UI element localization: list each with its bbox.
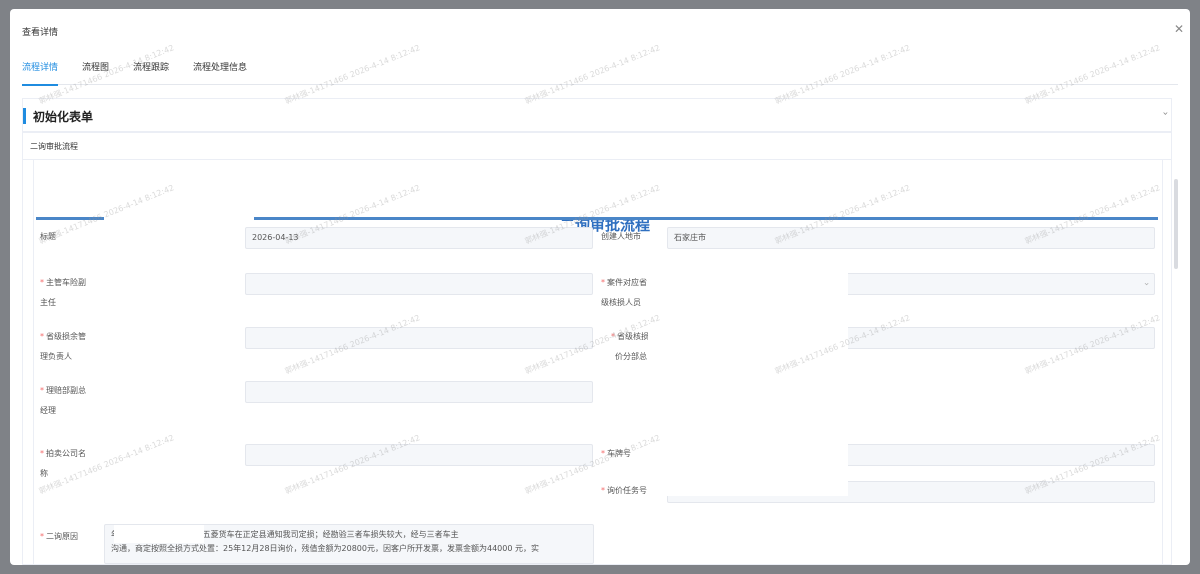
auction-company-label-line-2: 称 — [40, 469, 48, 478]
province-price-label: * 省级核损 — [611, 332, 649, 341]
inquiry-task-label-text: 询价任务号 — [607, 486, 647, 495]
close-icon[interactable]: ✕ — [1174, 22, 1184, 36]
form-panel: 二询审批流程 二询审批流程 标题 2026-04-13 创建人地市 石家庄市 *… — [22, 132, 1172, 565]
modal-title: 查看详情 — [22, 28, 59, 38]
tab-bar: 流程详情 流程图 流程跟踪 流程处理信息 — [22, 59, 1178, 86]
form-body: 二询审批流程 标题 2026-04-13 创建人地市 石家庄市 * 主管车险副 主… — [33, 159, 1163, 564]
auction-company-input[interactable] — [245, 444, 593, 466]
redaction-block — [658, 269, 848, 327]
province-price-label-line-2: 价分部总 — [615, 352, 647, 361]
reason-label-text: 二询原因 — [46, 532, 78, 541]
panel-label: 二询审批流程 — [30, 142, 78, 151]
section-header[interactable]: 初始化表单 › — [22, 98, 1172, 132]
vp-label-line-2: 主任 — [40, 298, 56, 307]
province-manager-label-line-2: 理负责人 — [40, 352, 72, 361]
creator-city-label: 创建人地市 — [601, 232, 641, 241]
vp-label: * 主管车险副 — [40, 278, 86, 287]
reason-label: * 二询原因 — [40, 532, 78, 541]
reason-text-line-2: 沟通，商定按照全损方式处置：25年12月28日询价，残值金额为20800元，因客… — [111, 544, 539, 553]
chevron-down-icon: › — [1141, 282, 1152, 286]
detail-modal: 查看详情 ✕ 流程详情 流程图 流程跟踪 流程处理信息 初始化表单 › 二询审批… — [10, 9, 1190, 565]
auction-company-label: * 拍卖公司名 — [40, 449, 86, 458]
inquiry-task-label: * 询价任务号 — [601, 486, 647, 495]
province-price-label-text-1: 省级核损 — [617, 332, 649, 341]
plate-label-text: 车牌号 — [607, 449, 631, 458]
title-input[interactable]: 2026-04-13 — [245, 227, 593, 249]
scrollbar[interactable] — [1174, 179, 1178, 269]
redaction-block — [104, 216, 254, 221]
case-reviewer-label-text-1: 案件对应省 — [607, 278, 647, 287]
creator-city-input[interactable]: 石家庄市 — [667, 227, 1155, 249]
claims-gm-label-text-1: 理赔部副总 — [46, 386, 86, 395]
chevron-down-icon[interactable]: › — [1160, 112, 1171, 116]
case-reviewer-label: * 案件对应省 — [601, 278, 647, 287]
case-reviewer-label-line-2: 级核损人员 — [601, 298, 641, 307]
vp-label-text-1: 主管车险副 — [46, 278, 86, 287]
section-title: 初始化表单 — [33, 110, 94, 124]
plate-label: * 车牌号 — [601, 449, 631, 458]
claims-gm-label-line-2: 经理 — [40, 406, 56, 415]
redaction-block — [660, 440, 848, 496]
tab-process-handling-info[interactable]: 流程处理信息 — [193, 59, 247, 85]
province-manager-label: * 省级损余管 — [40, 332, 86, 341]
claims-gm-label: * 理赔部副总 — [40, 386, 86, 395]
claims-gm-input[interactable] — [245, 381, 593, 403]
auction-company-label-text-1: 拍卖公司名 — [46, 449, 86, 458]
province-manager-input[interactable] — [245, 327, 593, 349]
tab-flowchart[interactable]: 流程图 — [82, 59, 109, 85]
title-label: 标题 — [40, 232, 56, 241]
redaction-block — [648, 323, 848, 369]
section-accent — [23, 108, 26, 124]
tab-process-detail[interactable]: 流程详情 — [22, 59, 59, 86]
tab-process-tracking[interactable]: 流程跟踪 — [133, 59, 169, 85]
vp-input[interactable] — [245, 273, 593, 295]
redaction-block — [114, 525, 204, 543]
province-manager-label-text-1: 省级损余管 — [46, 332, 86, 341]
